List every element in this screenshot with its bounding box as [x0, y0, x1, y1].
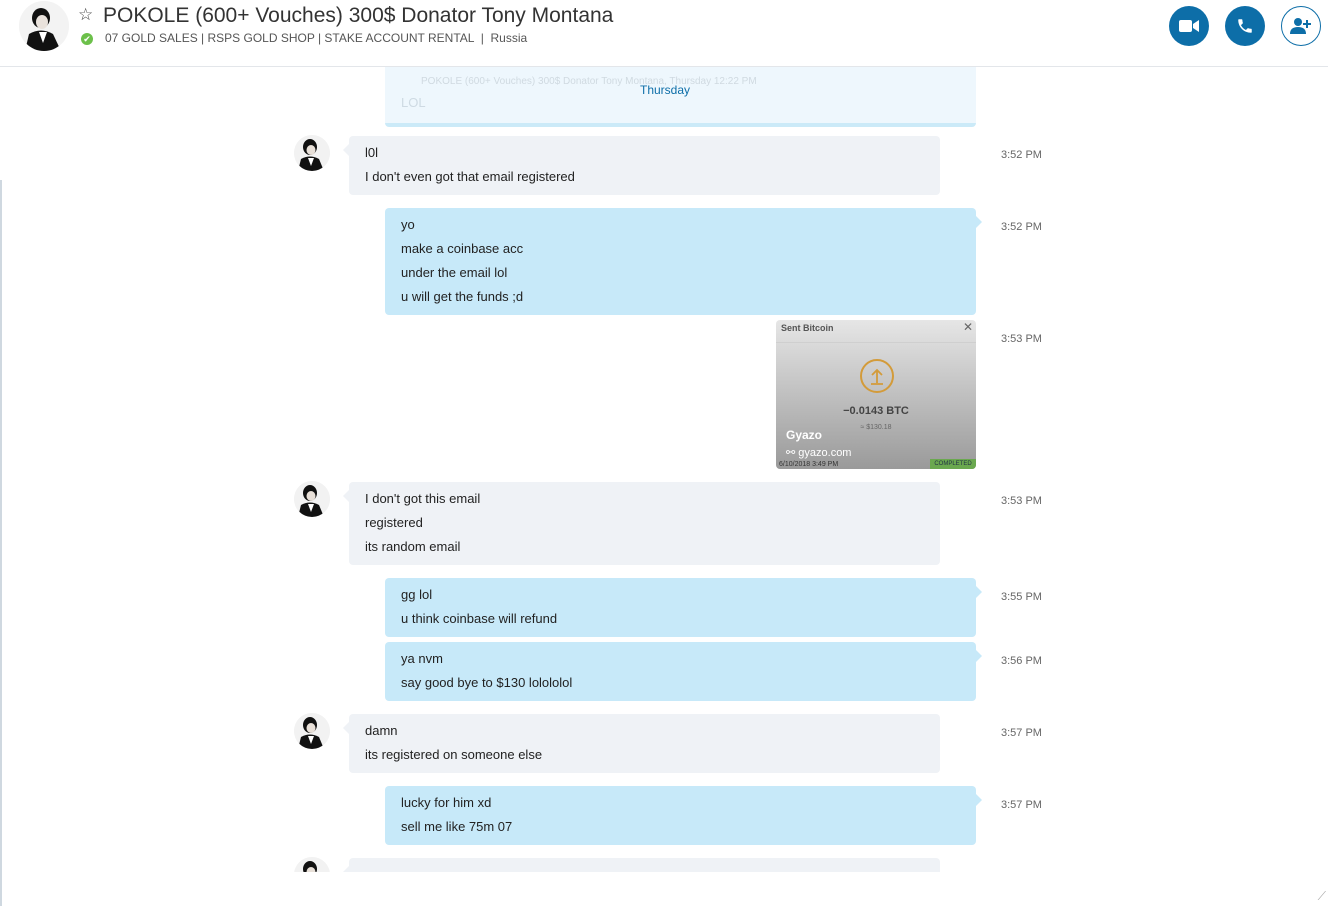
message-text: u will get the funds ;d — [401, 289, 524, 304]
message-bubble-incoming[interactable]: l0l I don't even got that email register… — [343, 136, 940, 195]
message-text — [365, 866, 924, 872]
message-timestamp: 3:52 PM — [1001, 221, 1042, 233]
message-text: its registered on someone else — [365, 747, 543, 762]
message-text: u think coinbase will refund — [401, 611, 558, 626]
preview-header: Sent Bitcoin — [781, 323, 834, 333]
btc-amount: −0.0143 BTC — [843, 405, 909, 417]
sender-avatar[interactable] — [294, 857, 330, 872]
audio-call-button[interactable] — [1225, 6, 1265, 46]
preview-url-text: gyazo.com — [798, 447, 852, 459]
message-bubble-outgoing[interactable]: ya nvm say good bye to $130 lolololol — [385, 642, 982, 701]
conversation-header: ☆ POKOLE (600+ Vouches) 300$ Donator Ton… — [0, 0, 1328, 67]
message-bubble-outgoing[interactable]: yo make a coinbase acc under the email l… — [385, 208, 982, 315]
video-call-button[interactable] — [1169, 6, 1209, 46]
sender-avatar[interactable] — [294, 135, 330, 171]
message-timestamp: 3:53 PM — [1001, 495, 1042, 507]
day-separator: Thursday — [639, 83, 691, 97]
message-bubble-incoming[interactable]: damn its registered on someone else — [343, 714, 940, 773]
window-edge — [0, 180, 2, 906]
message-text: lucky for him xd — [401, 795, 492, 810]
gyazo-link-preview[interactable]: Sent Bitcoin ✕ −0.0143 BTC ≈ $130.18 Gya… — [776, 320, 976, 469]
message-text: ya nvm — [401, 651, 443, 666]
message-timestamp: 3:55 PM — [1001, 591, 1042, 603]
conversation-title[interactable]: POKOLE (600+ Vouches) 300$ Donator Tony … — [103, 4, 613, 28]
mood-message: 07 GOLD SALES | RSPS GOLD SHOP | STAKE A… — [105, 31, 527, 45]
message-bubble-outgoing[interactable]: lucky for him xd sell me like 75m 07 — [385, 786, 982, 845]
message-timestamp: 3:57 PM — [1001, 727, 1042, 739]
preview-divider — [776, 342, 976, 343]
add-people-button[interactable] — [1281, 6, 1321, 46]
message-text: make a coinbase acc — [401, 241, 524, 256]
message-bubble-outgoing[interactable]: gg lol u think coinbase will refund — [385, 578, 982, 637]
mood-text: 07 GOLD SALES | RSPS GOLD SHOP | STAKE A… — [105, 31, 475, 45]
location-text: Russia — [490, 31, 528, 45]
message-text: yo — [401, 217, 415, 232]
contact-avatar[interactable] — [19, 1, 69, 51]
preview-date: 6/10/2018 3:49 PM — [779, 461, 839, 468]
message-text: I don't even got that email registered — [365, 169, 575, 184]
online-status-icon: ✔ — [81, 33, 93, 45]
preview-close-icon: ✕ — [962, 320, 973, 334]
favorite-star-icon[interactable]: ☆ — [78, 5, 93, 25]
message-text: its random email — [365, 539, 461, 554]
message-bubble-incoming-partial[interactable] — [343, 858, 940, 872]
message-timestamp: 3:53 PM — [1001, 333, 1042, 345]
link-icon: ⚯ — [786, 447, 796, 459]
message-timestamp: 3:57 PM — [1001, 799, 1042, 811]
preview-status: COMPLETED — [930, 459, 976, 469]
sender-avatar[interactable] — [294, 481, 330, 517]
mood-separator: | — [477, 31, 491, 45]
message-text: registered — [365, 515, 423, 530]
message-text: l0l — [365, 145, 379, 160]
video-call-icon — [1179, 20, 1199, 32]
quoted-text: LOL — [401, 95, 426, 110]
message-text: sell me like 75m 07 — [401, 819, 513, 834]
message-list[interactable]: POKOLE (600+ Vouches) 300$ Donator Tony … — [4, 67, 1326, 872]
resize-grip-icon[interactable]: ⟋ — [1318, 889, 1326, 904]
message-text: damn — [365, 723, 398, 738]
preview-site-name: Gyazo — [786, 428, 823, 442]
message-text: I don't got this email — [365, 491, 481, 506]
message-text: gg lol — [401, 587, 433, 602]
message-text: say good bye to $130 lolololol — [401, 675, 573, 690]
audio-call-icon — [1238, 19, 1252, 33]
add-people-icon — [1290, 18, 1311, 34]
message-timestamp: 3:56 PM — [1001, 655, 1042, 667]
preview-url[interactable]: ⚯ gyazo.com — [786, 446, 851, 459]
message-bubble-incoming[interactable]: I don't got this email registered its ra… — [343, 482, 940, 565]
quoted-message-ghost: POKOLE (600+ Vouches) 300$ Donator Tony … — [385, 67, 976, 127]
sender-avatar[interactable] — [294, 713, 330, 749]
upload-arrow-icon — [860, 359, 894, 393]
message-timestamp: 3:52 PM — [1001, 149, 1042, 161]
message-text: under the email lol — [401, 265, 508, 280]
